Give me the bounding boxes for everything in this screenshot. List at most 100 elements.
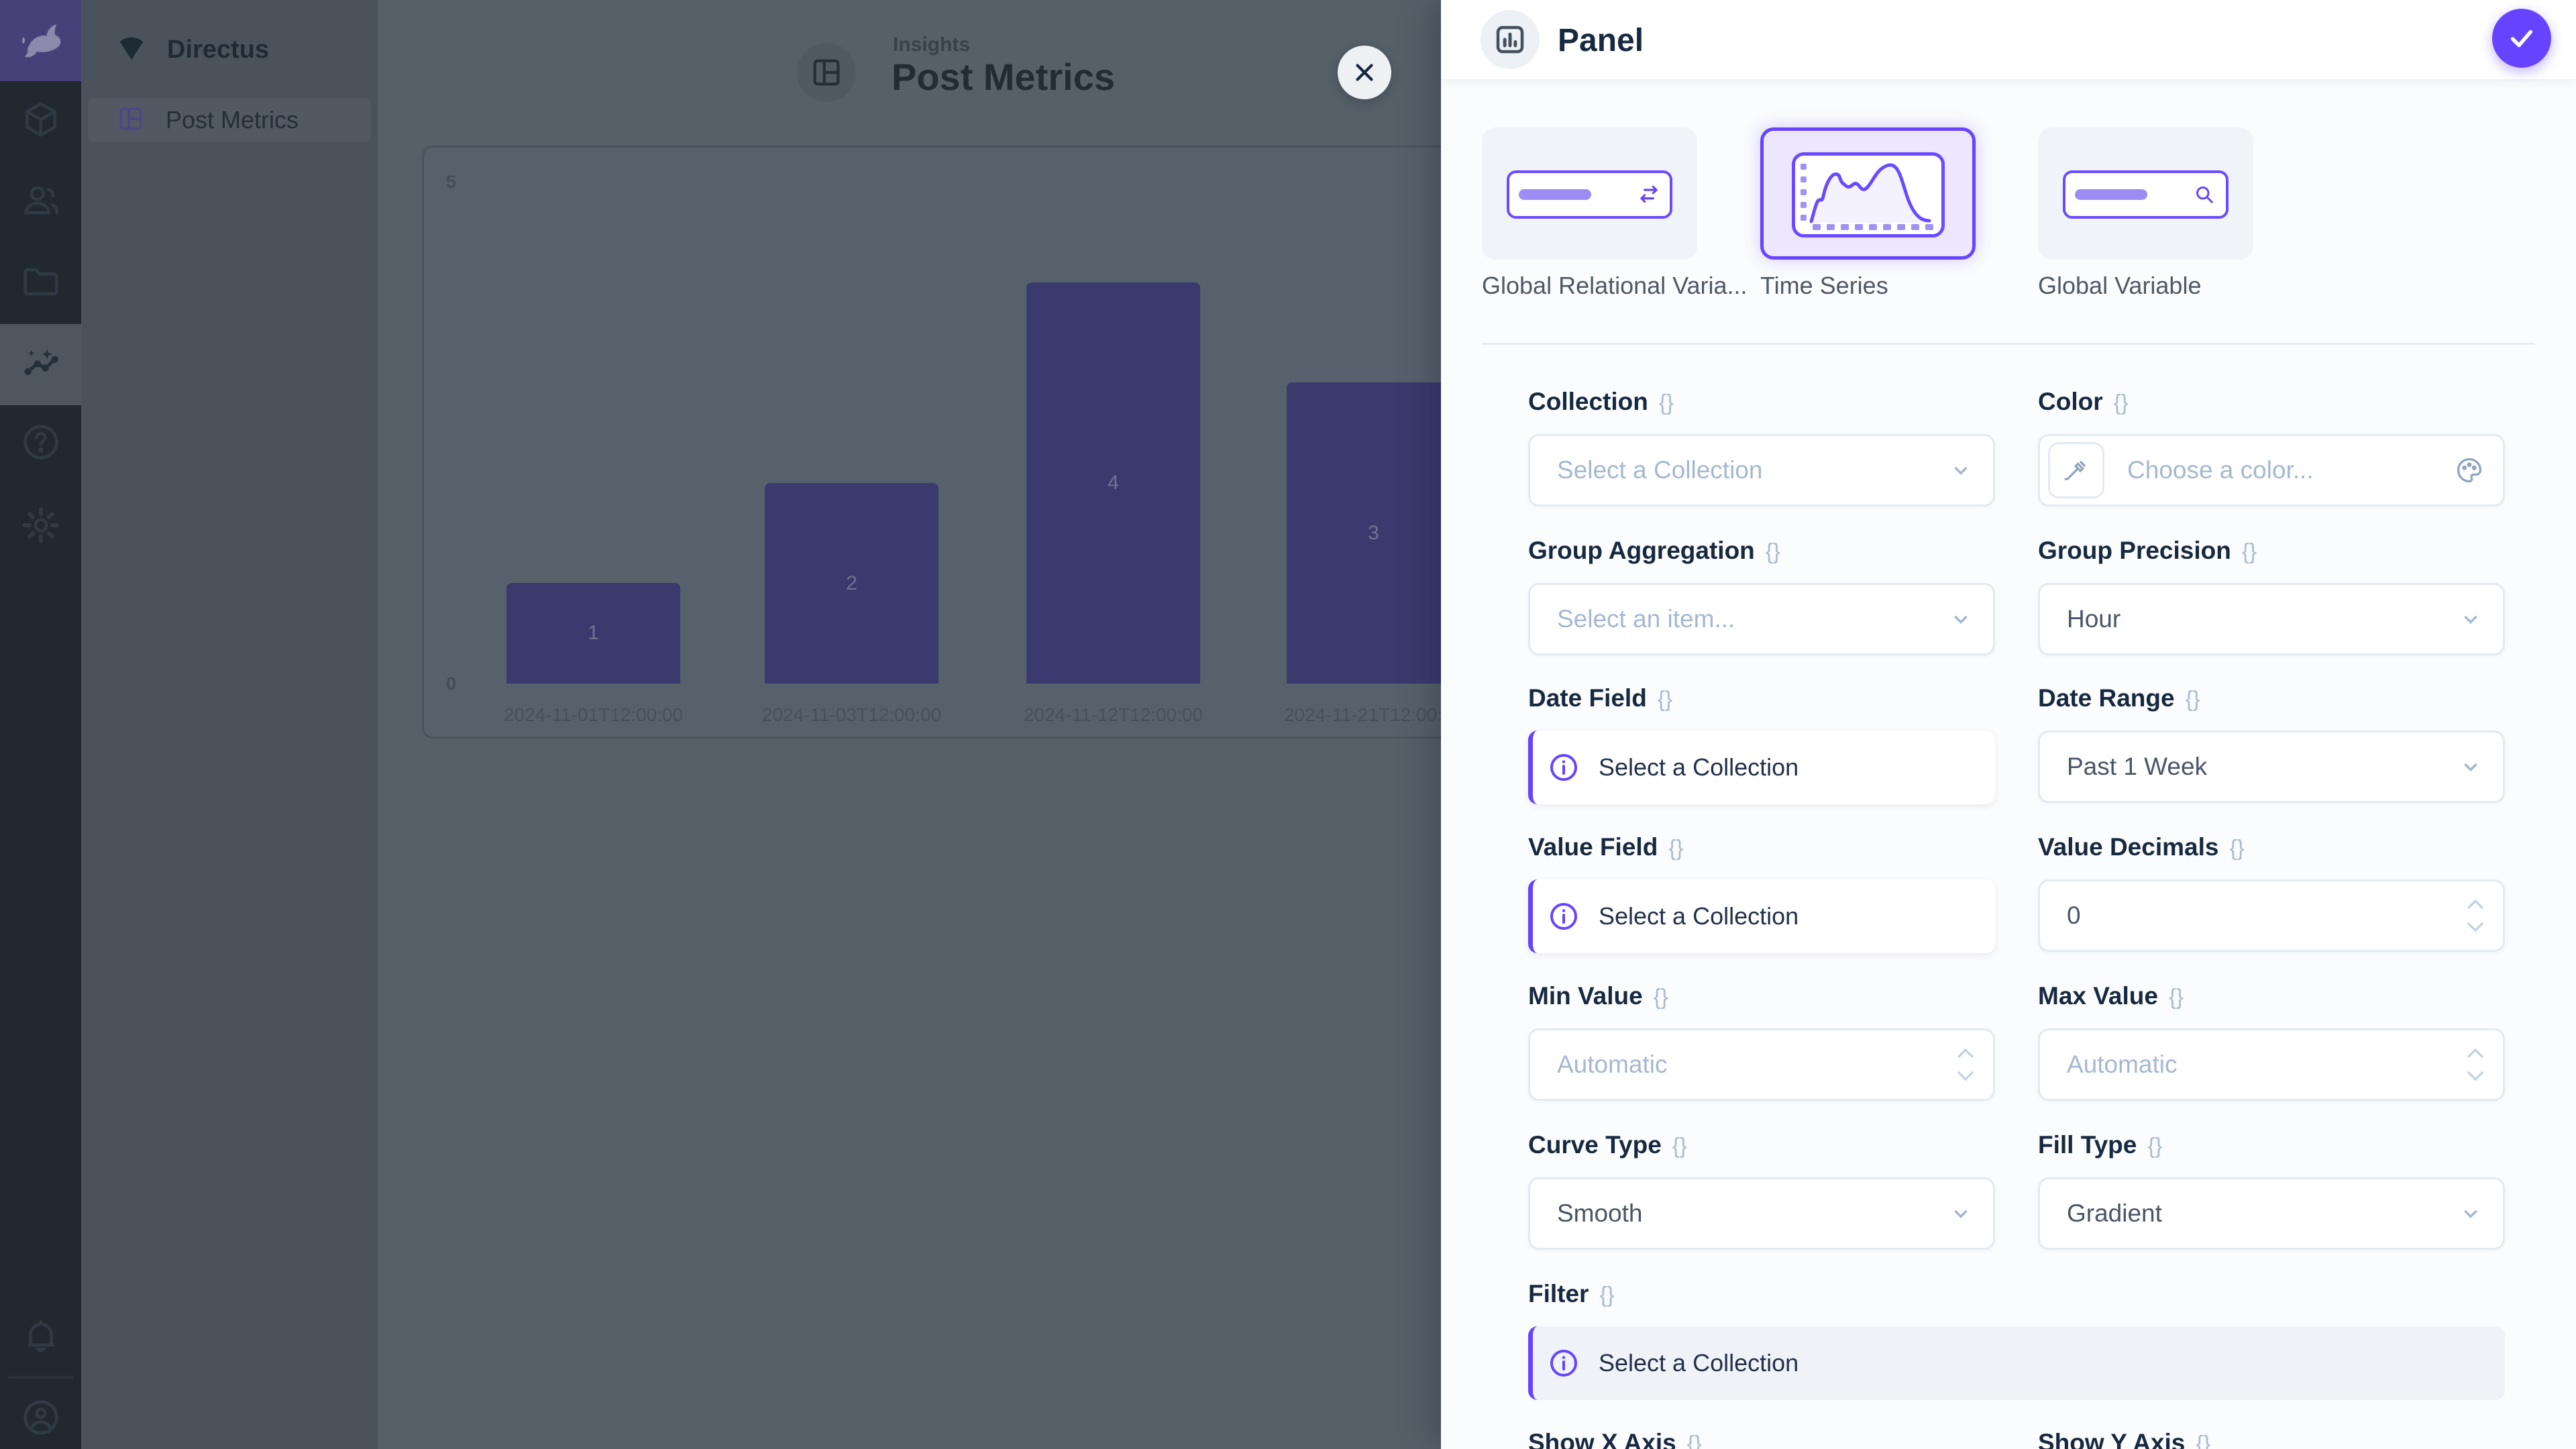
raw-value-icon[interactable]: {} [1672, 1133, 1687, 1158]
sidebar-item-user-menu[interactable] [0, 1379, 81, 1449]
y-axis-tick-min: 0 [446, 674, 456, 694]
raw-value-icon[interactable]: {} [2186, 686, 2200, 711]
stepper-down-icon[interactable] [1955, 1069, 1976, 1083]
panel-type-global-variable[interactable] [2038, 127, 2253, 260]
number-steppers[interactable] [1955, 1046, 1976, 1083]
page-title-icon-button[interactable] [797, 43, 856, 102]
raw-value-icon[interactable]: {} [1668, 835, 1683, 860]
number-steppers[interactable] [2465, 898, 2485, 934]
card-illustration [2063, 170, 2229, 219]
raw-value-icon[interactable]: {} [2169, 984, 2184, 1009]
card-illustration [1507, 170, 1672, 219]
value-decimals-input[interactable]: 0 [2038, 879, 2505, 952]
stepper-up-icon[interactable] [2465, 898, 2485, 911]
raw-value-icon[interactable]: {} [1687, 1431, 1702, 1449]
min-value-input[interactable]: Automatic [1528, 1028, 1995, 1101]
info-icon [1548, 1347, 1580, 1379]
panel-type-label: Time Series [1760, 272, 1888, 300]
sidebar-item-users[interactable] [0, 162, 81, 243]
panel-type-time-series[interactable] [1760, 127, 1976, 260]
raw-value-icon[interactable]: {} [2114, 390, 2129, 415]
raw-value-icon[interactable]: {} [2147, 1133, 2162, 1158]
chevron-down-icon [2459, 755, 2483, 779]
chevron-down-icon [1949, 607, 1973, 631]
eyedropper-icon [2062, 456, 2090, 484]
value-field-notice: Select a Collection [1528, 879, 1995, 953]
sidebar-item-collections[interactable] [0, 80, 81, 162]
stepper-up-icon[interactable] [2465, 1046, 2485, 1060]
group-precision-label: Group Precision{} [2038, 537, 2257, 565]
panel-type-label: Global Relational Varia... [1482, 272, 1748, 300]
bar-value-label: 2 [846, 572, 857, 595]
group-precision-select[interactable]: Hour [2038, 583, 2505, 655]
drawer-close-button[interactable] [1338, 46, 1391, 99]
date-range-select[interactable]: Past 1 Week [2038, 731, 2505, 803]
bar-value-label: 3 [1368, 522, 1379, 545]
time-series-chart-icon [1795, 156, 1941, 234]
drawer-divider [1482, 343, 2535, 345]
raw-value-icon[interactable]: {} [2229, 835, 2244, 860]
dashboard-icon [809, 55, 844, 90]
panel-type-label: Global Variable [2038, 272, 2201, 300]
raw-value-icon[interactable]: {} [2242, 539, 2257, 564]
max-value-input[interactable]: Automatic [2038, 1028, 2505, 1101]
sidebar-item-notifications[interactable] [0, 1297, 81, 1379]
raw-value-icon[interactable]: {} [1658, 686, 1672, 711]
bell-icon [20, 1316, 62, 1360]
nav-item-post-metrics[interactable]: Post Metrics [88, 98, 371, 142]
value-decimals-label: Value Decimals{} [2038, 833, 2245, 861]
breadcrumb: Insights [893, 34, 970, 56]
sidebar-item-insights[interactable] [0, 324, 81, 405]
bar-value-label: 1 [588, 622, 599, 645]
raw-value-icon[interactable]: {} [1659, 390, 1674, 415]
color-input[interactable]: Choose a color... [2038, 434, 2505, 506]
show-y-axis-label: Show Y Axis{} [2038, 1429, 2210, 1449]
chevron-down-icon [2459, 607, 2483, 631]
folder-icon [20, 261, 62, 306]
stepper-down-icon[interactable] [2465, 920, 2485, 934]
module-bar [0, 0, 81, 1449]
group-aggregation-select[interactable]: Select an item... [1528, 583, 1995, 655]
group-aggregation-label: Group Aggregation{} [1528, 537, 1780, 565]
sidebar-item-help[interactable] [0, 403, 81, 484]
search-icon [2192, 182, 2216, 207]
stepper-up-icon[interactable] [1955, 1046, 1976, 1060]
sidebar-item-settings[interactable] [0, 486, 81, 568]
filter-notice: Select a Collection [1528, 1326, 2505, 1400]
date-field-notice: Select a Collection [1528, 731, 1995, 804]
sidebar-item-files[interactable] [0, 243, 81, 324]
collection-label: Collection{} [1528, 388, 1674, 416]
date-field-label: Date Field{} [1528, 684, 1672, 712]
curve-type-select[interactable]: Smooth [1528, 1177, 1995, 1250]
chevron-down-icon [1949, 1201, 1973, 1226]
insert-chart-icon [1492, 21, 1528, 58]
stepper-down-icon[interactable] [2465, 1069, 2485, 1083]
raw-value-icon[interactable]: {} [1766, 539, 1780, 564]
gear-icon [20, 504, 62, 549]
info-icon [1548, 900, 1580, 932]
number-steppers[interactable] [2465, 1046, 2485, 1083]
project-wedge-icon [116, 33, 147, 67]
value-field-label: Value Field{} [1528, 833, 1683, 861]
filter-label: Filter{} [1528, 1280, 1615, 1308]
raw-value-icon[interactable]: {} [2196, 1431, 2210, 1449]
close-icon [1350, 58, 1379, 87]
user-avatar-icon [20, 1397, 62, 1442]
directus-logo-button[interactable] [0, 0, 81, 81]
fill-type-select[interactable]: Gradient [2038, 1177, 2505, 1250]
panel-icon-badge [1481, 10, 1540, 69]
page-title: Post Metrics [892, 55, 1115, 99]
fill-type-label: Fill Type{} [2038, 1131, 2162, 1159]
collection-select[interactable]: Select a Collection [1528, 434, 1995, 506]
eyedropper-button[interactable] [2048, 442, 2104, 498]
raw-value-icon[interactable]: {} [1654, 984, 1668, 1009]
dashboard-icon [116, 104, 146, 137]
panel-type-global-relational-variable[interactable] [1482, 127, 1697, 260]
insights-icon [20, 342, 62, 387]
project-chooser[interactable]: Directus [81, 0, 378, 99]
save-panel-button[interactable] [2492, 9, 2551, 68]
palette-icon[interactable] [2455, 455, 2484, 485]
show-x-axis-label: Show X Axis{} [1528, 1429, 1702, 1449]
raw-value-icon[interactable]: {} [1599, 1282, 1614, 1307]
y-axis-tick-max: 5 [446, 172, 456, 193]
